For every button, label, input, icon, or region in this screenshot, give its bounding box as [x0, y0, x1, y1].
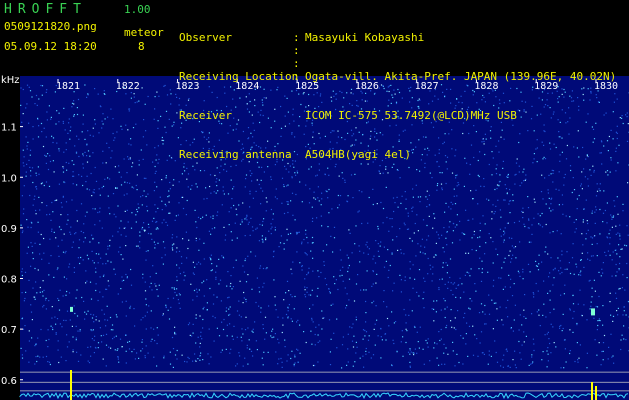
app-title: HROFFT: [4, 2, 87, 17]
y-tick-label-0.8: 0.8: [1, 275, 17, 286]
y-tick-label-0.7: 0.7: [1, 325, 17, 336]
y-tick-label-1.1: 1.1: [1, 123, 17, 134]
info-value-observer: Masayuki Kobayashi: [305, 31, 425, 44]
y-axis-label: kHz: [1, 75, 20, 86]
info-values: Masayuki Kobayashi Ogata-vill. Akita-Pre…: [305, 5, 616, 174]
info-keys: Observer Receiving Location Receiver Rec…: [179, 5, 298, 174]
signal-spike-2: [591, 382, 593, 400]
signal-spike-3: [595, 386, 597, 400]
meteor-count: 8: [138, 40, 145, 53]
info-value-receiver: ICOM IC-575 53.7492(@LCD)MHz USB: [305, 109, 517, 122]
y-tick-label-0.6: 0.6: [1, 376, 17, 387]
y-tick-label-0.9: 0.9: [1, 224, 17, 235]
meteor-echo-2: [591, 308, 595, 316]
app-version: 1.00: [124, 3, 151, 16]
signal-spike-1: [70, 370, 72, 400]
minute-label-1821: 1821: [56, 81, 80, 92]
minute-label-1822: 1822: [116, 81, 140, 92]
info-value-location: Ogata-vill. Akita-Pref. JAPAN (139.96E, …: [305, 70, 617, 83]
info-key-receiver: Receiver: [179, 109, 232, 122]
meteor-label: meteor: [124, 26, 164, 39]
info-key-antenna: Receiving antenna: [179, 148, 292, 161]
meteor-echo-1: [70, 306, 73, 312]
info-key-observer: Observer: [179, 31, 232, 44]
filename-label: 0509121820.png: [4, 20, 97, 33]
datetime-label: 05.09.12 18:20: [4, 40, 97, 53]
info-key-location: Receiving Location: [179, 70, 299, 83]
y-tick-label-1.0: 1.0: [1, 173, 17, 184]
info-value-antenna: A504HB(yagi 4el): [305, 148, 411, 161]
